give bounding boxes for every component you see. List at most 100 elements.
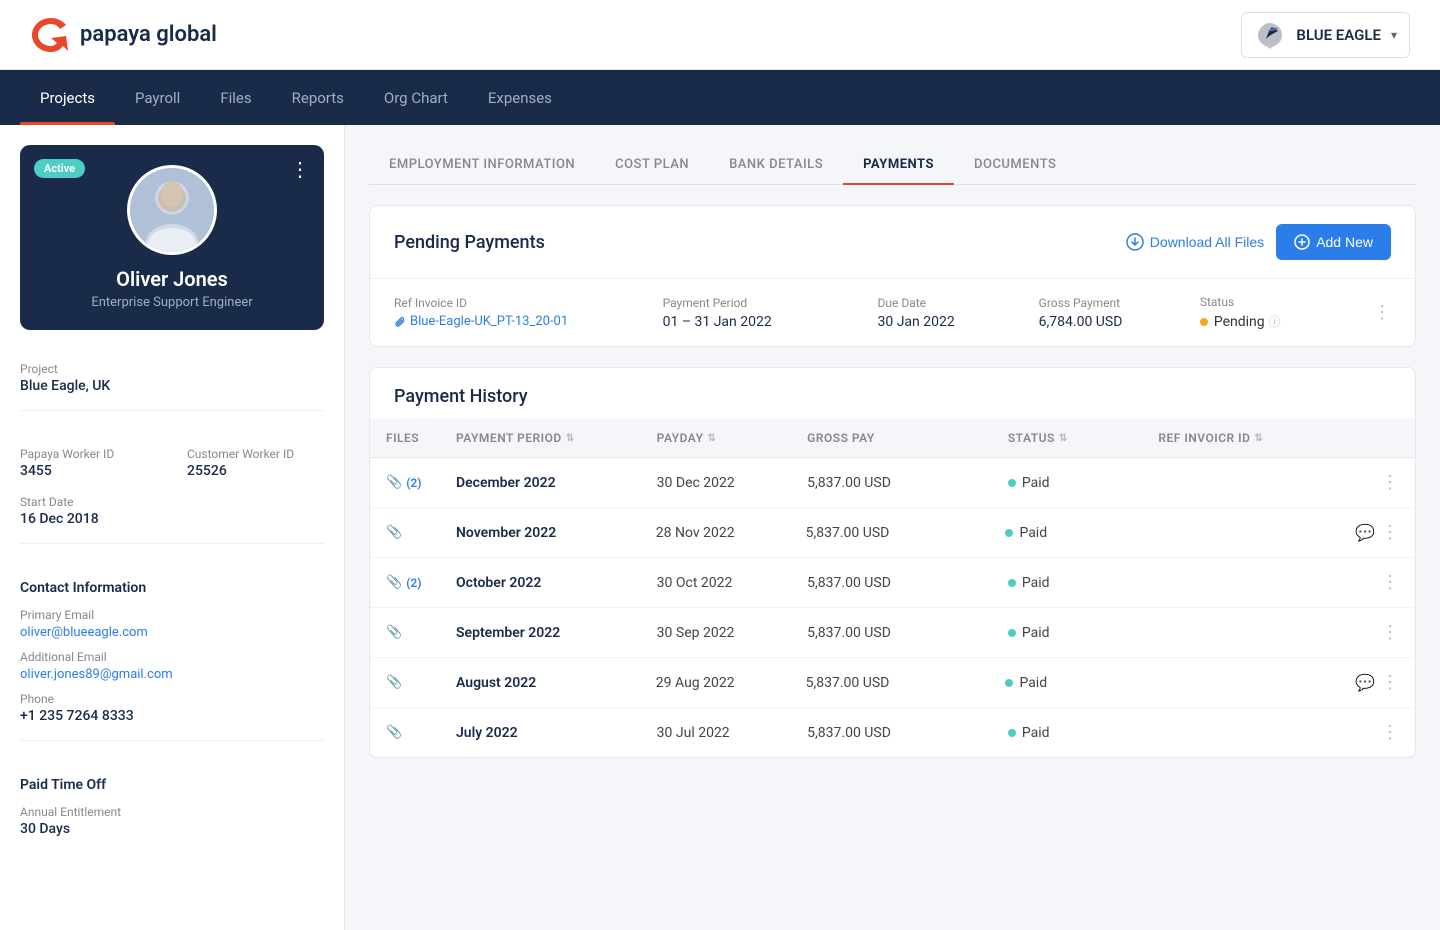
cell-actions: ⋮ <box>1359 622 1399 643</box>
pending-due-col: Due Date 30 Jan 2022 <box>878 296 1039 330</box>
customer-worker-id-value: 25526 <box>187 463 324 479</box>
cell-status: Paid <box>1008 575 1159 591</box>
chevron-down-icon: ▾ <box>1391 28 1397 42</box>
status-paid-dot <box>1005 679 1013 687</box>
cell-files: 📎 <box>386 625 456 640</box>
cell-files: 📎 <box>386 675 456 690</box>
nav-item-org-chart[interactable]: Org Chart <box>364 70 468 125</box>
profile-more-button[interactable]: ⋮ <box>290 159 310 179</box>
primary-email-link[interactable]: oliver@blueeagle.com <box>20 625 148 640</box>
col-header-actions <box>1359 431 1399 445</box>
attachment-icon: 📎 <box>386 675 402 690</box>
sort-status-icon[interactable]: ⇅ <box>1059 433 1068 444</box>
cell-actions: ⋮ <box>1359 472 1399 493</box>
tab-employment-information[interactable]: EMPLOYMENT INFORMATION <box>369 145 595 184</box>
tab-nav: EMPLOYMENT INFORMATION COST PLAN BANK DE… <box>369 145 1416 185</box>
tab-cost-plan[interactable]: COST PLAN <box>595 145 709 184</box>
payment-history-title: Payment History <box>394 386 1391 407</box>
payment-history-body: 📎(2) December 2022 30 Dec 2022 5,837.00 … <box>370 458 1415 757</box>
papaya-worker-id-col: Papaya Worker ID 3455 <box>20 447 157 479</box>
status-paid-dot <box>1008 479 1016 487</box>
download-all-files-button[interactable]: Download All Files <box>1126 233 1264 251</box>
start-date-label: Start Date <box>20 495 324 509</box>
start-date-value: 16 Dec 2018 <box>20 511 324 527</box>
table-row: 📎(2) October 2022 30 Oct 2022 5,837.00 U… <box>370 558 1415 608</box>
sort-payday-icon[interactable]: ⇅ <box>707 433 716 444</box>
nav-item-reports[interactable]: Reports <box>272 70 364 125</box>
logo-icon <box>30 16 72 54</box>
cell-actions: 💬⋮ <box>1355 672 1399 693</box>
status-pending-dot <box>1200 318 1208 326</box>
papaya-worker-id-label: Papaya Worker ID <box>20 447 157 461</box>
project-label: Project <box>20 362 324 376</box>
download-icon <box>1126 233 1144 251</box>
pto-section: Paid Time Off Annual Entitlement 30 Days <box>20 761 324 853</box>
row-more-button[interactable]: ⋮ <box>1381 672 1399 693</box>
tab-payments[interactable]: PAYMENTS <box>843 145 954 184</box>
table-row: 📎 August 2022 29 Aug 2022 5,837.00 USD P… <box>370 658 1415 708</box>
cell-gross: 5,837.00 USD <box>807 725 1008 741</box>
phone-label: Phone <box>20 692 324 706</box>
attachment-icon: 📎 <box>386 475 402 490</box>
plus-circle-icon <box>1294 234 1310 250</box>
pending-actions-col: ⋮ <box>1361 302 1391 323</box>
pending-ref-link[interactable]: Blue-Eagle-UK_PT-13_20-01 <box>394 314 663 329</box>
contact-section: Contact Information Primary Email oliver… <box>20 564 324 741</box>
row-more-button[interactable]: ⋮ <box>1381 472 1399 493</box>
active-badge: Active <box>34 159 85 178</box>
worker-ids-row: Papaya Worker ID 3455 Customer Worker ID… <box>20 447 324 479</box>
avatar-image <box>130 165 214 255</box>
status-paid-dot <box>1008 629 1016 637</box>
primary-email-label: Primary Email <box>20 608 324 622</box>
cell-period: September 2022 <box>456 625 657 641</box>
row-more-button[interactable]: ⋮ <box>1381 522 1399 543</box>
col-header-files: Files <box>386 431 456 445</box>
row-more-button[interactable]: ⋮ <box>1381 722 1399 743</box>
employee-title: Enterprise Support Engineer <box>40 295 304 310</box>
nav-item-files[interactable]: Files <box>200 70 271 125</box>
cell-files: 📎 (2) <box>386 475 456 490</box>
status-paid-dot <box>1008 579 1016 587</box>
nav-item-expenses[interactable]: Expenses <box>468 70 572 125</box>
pending-payment-row: Ref Invoice ID Blue-Eagle-UK_PT-13_20-01… <box>370 278 1415 346</box>
main-nav: Projects Payroll Files Reports Org Chart… <box>0 70 1440 125</box>
cell-gross: 5,837.00 USD <box>807 625 1008 641</box>
pto-title: Paid Time Off <box>20 777 324 793</box>
logo-text: papaya global <box>80 22 217 47</box>
company-switcher[interactable]: BLUE EAGLE ▾ <box>1241 12 1410 58</box>
add-new-button[interactable]: Add New <box>1276 224 1391 260</box>
attachment-count: (2) <box>406 476 421 490</box>
additional-email-link[interactable]: oliver.jones89@gmail.com <box>20 667 173 682</box>
row-more-button[interactable]: ⋮ <box>1381 622 1399 643</box>
cell-files: 📎(2) <box>386 575 456 590</box>
tab-documents[interactable]: DOCUMENTS <box>954 145 1076 184</box>
status-paid-dot <box>1005 529 1013 537</box>
cell-actions: ⋮ <box>1359 722 1399 743</box>
nav-item-projects[interactable]: Projects <box>20 70 115 125</box>
start-date-row: Start Date 16 Dec 2018 <box>20 495 324 527</box>
col-header-gross: Gross pay <box>807 431 1008 445</box>
sort-ref-icon[interactable]: ⇅ <box>1254 433 1263 444</box>
cell-files: 📎 <box>386 725 456 740</box>
message-icon: 💬 <box>1355 523 1375 542</box>
cell-payday: 30 Oct 2022 <box>657 575 808 591</box>
row-more-button[interactable]: ⋮ <box>1381 572 1399 593</box>
pending-payments-title: Pending Payments <box>394 232 545 253</box>
table-row: 📎 September 2022 30 Sep 2022 5,837.00 US… <box>370 608 1415 658</box>
customer-worker-id-label: Customer Worker ID <box>187 447 324 461</box>
payment-history-card: Payment History Files Payment Period ⇅ P… <box>369 367 1416 758</box>
annual-entitlement-label: Annual Entitlement <box>20 805 324 819</box>
cell-payday: 28 Nov 2022 <box>656 525 806 541</box>
employee-name: Oliver Jones <box>40 267 304 291</box>
table-row: 📎 July 2022 30 Jul 2022 5,837.00 USD Pai… <box>370 708 1415 757</box>
cell-status: Paid <box>1005 675 1155 691</box>
cell-payday: 30 Dec 2022 <box>657 475 808 491</box>
sort-period-icon[interactable]: ⇅ <box>566 433 575 444</box>
tab-bank-details[interactable]: BANK DETAILS <box>709 145 843 184</box>
col-header-ref: Ref Invoicr ID ⇅ <box>1158 431 1359 445</box>
cell-status: Paid <box>1005 525 1155 541</box>
cell-gross: 5,837.00 USD <box>807 475 1008 491</box>
attachment-count: (2) <box>406 576 421 590</box>
nav-item-payroll[interactable]: Payroll <box>115 70 200 125</box>
pending-row-more-button[interactable]: ⋮ <box>1373 302 1391 323</box>
